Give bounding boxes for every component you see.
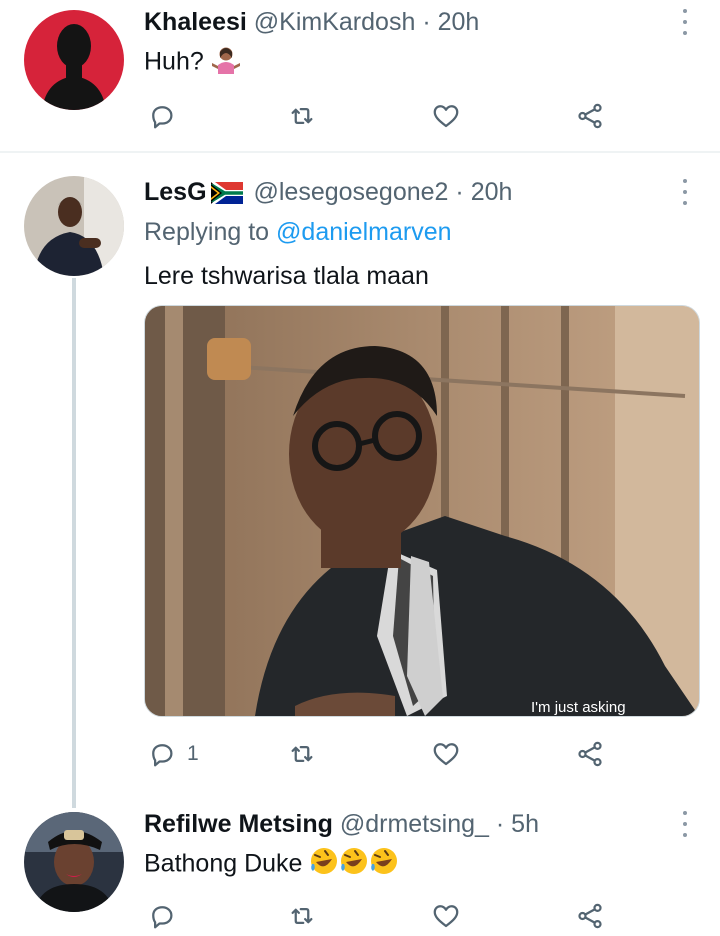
- like-button[interactable]: [431, 896, 461, 936]
- reply-icon: [152, 906, 173, 929]
- retweet-button[interactable]: [287, 896, 317, 936]
- separator: ·: [495, 810, 505, 838]
- retweet-icon: [291, 908, 313, 924]
- handle[interactable]: @drmetsing_: [340, 810, 489, 838]
- tweet-text-content: Bathong Duke: [144, 849, 310, 878]
- more-options-icon[interactable]: [680, 811, 690, 837]
- avatar[interactable]: [24, 812, 124, 912]
- tweet-3[interactable]: Refilwe Metsing @drmetsing_ · 5h Bathong…: [0, 0, 720, 930]
- tweet-text: Bathong Duke: [144, 846, 399, 884]
- action-bar: [144, 896, 624, 936]
- rolling-on-floor-laughing-icon: [309, 846, 399, 884]
- timestamp[interactable]: 5h: [511, 810, 539, 838]
- tweet-header: Refilwe Metsing @drmetsing_ · 5h: [144, 808, 539, 840]
- share-icon: [578, 903, 602, 929]
- share-button[interactable]: [575, 896, 605, 936]
- reply-button[interactable]: [147, 896, 177, 936]
- heart-icon: [433, 905, 459, 928]
- display-name[interactable]: Refilwe Metsing: [144, 810, 333, 838]
